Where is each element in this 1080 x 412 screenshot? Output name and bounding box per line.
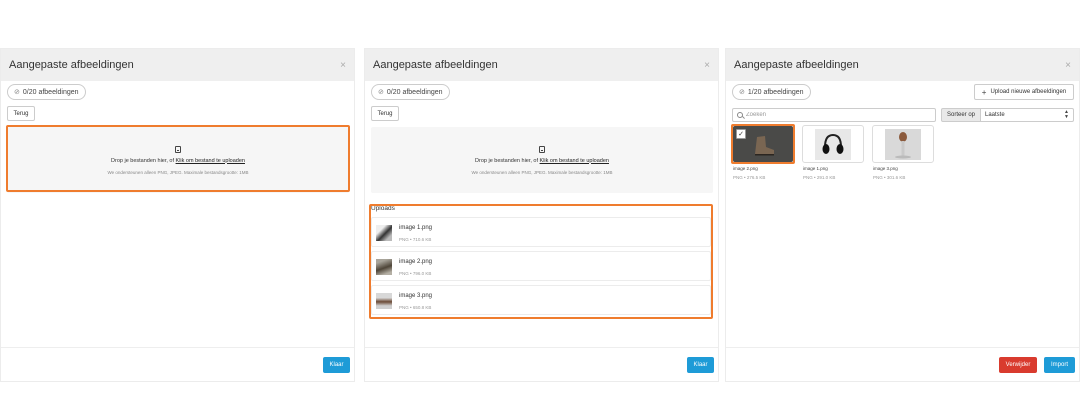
upload-thumbnail bbox=[376, 259, 392, 275]
circle-slash-icon: ⊘ bbox=[739, 89, 745, 96]
dropzone-note: We ondersteunen alleen PNG, JPEG. Maxima… bbox=[471, 169, 613, 175]
sort-value: Laatste bbox=[985, 112, 1005, 118]
dropzone-text: Drop je bestanden hier, of Klik om besta… bbox=[111, 158, 245, 164]
delete-button[interactable]: Verwijder bbox=[999, 357, 1037, 373]
file-dropzone[interactable]: Drop je bestanden hier, of Klik om besta… bbox=[371, 127, 713, 193]
tile-file-meta: PNG • 291.0 KB bbox=[803, 175, 836, 180]
upload-file-meta: PNG • 796.0 KB bbox=[399, 271, 432, 276]
modal-title: Aangepaste afbeeldingen bbox=[373, 59, 498, 71]
upload-item: image 3.png PNG • 650.8 KB bbox=[371, 285, 711, 315]
close-icon[interactable]: × bbox=[340, 60, 346, 71]
dropzone-note: We ondersteunen alleen PNG, JPEG. Maxima… bbox=[107, 169, 249, 175]
upload-link[interactable]: Klik om bestand te uploaden bbox=[176, 158, 245, 164]
select-arrows-icon: ▲ ▼ bbox=[1064, 109, 1069, 120]
modal-header: Aangepaste afbeeldingen × bbox=[726, 49, 1079, 81]
upload-file-meta: PNG • 650.8 KB bbox=[399, 305, 432, 310]
modal-header: Aangepaste afbeeldingen × bbox=[1, 49, 354, 81]
search-input[interactable] bbox=[746, 112, 926, 118]
image-library-modal: Aangepaste afbeeldingen × ⊘ 1/20 afbeeld… bbox=[725, 48, 1080, 382]
tile-file-name: image 2.png bbox=[733, 166, 758, 171]
image-tile[interactable] bbox=[872, 125, 934, 163]
dropzone-text: Drop je bestanden hier, of Klik om besta… bbox=[475, 158, 609, 164]
close-icon[interactable]: × bbox=[704, 60, 710, 71]
boot-image bbox=[745, 129, 781, 160]
image-counter-text: 0/20 afbeeldingen bbox=[386, 88, 443, 96]
image-counter-text: 1/20 afbeeldingen bbox=[747, 88, 804, 96]
brush-image bbox=[885, 129, 921, 160]
headphones-image bbox=[815, 129, 851, 160]
tile-file-meta: PNG • 276.5 KB bbox=[733, 175, 766, 180]
file-icon bbox=[539, 145, 545, 153]
modal-title: Aangepaste afbeeldingen bbox=[9, 59, 134, 71]
sort-select[interactable]: Laatste ▲ ▼ bbox=[981, 108, 1074, 122]
plus-icon: + bbox=[981, 87, 987, 97]
file-dropzone[interactable]: Drop je bestanden hier, of Klik om besta… bbox=[7, 127, 349, 193]
image-tile[interactable] bbox=[802, 125, 864, 163]
file-icon bbox=[175, 145, 181, 153]
image-counter-text: 0/20 afbeeldingen bbox=[22, 88, 79, 96]
upload-modal-uploading: Aangepaste afbeeldingen × ⊘ 0/20 afbeeld… bbox=[364, 48, 719, 382]
tile-file-meta: PNG • 301.6 KB bbox=[873, 175, 906, 180]
done-button[interactable]: Klaar bbox=[687, 357, 714, 373]
circle-slash-icon: ⊘ bbox=[14, 89, 20, 96]
checkbox-checked[interactable]: ✓ bbox=[736, 129, 746, 139]
modal-header: Aangepaste afbeeldingen × bbox=[365, 49, 718, 81]
upload-thumbnail bbox=[376, 225, 392, 241]
dropzone-prefix: Drop je bestanden hier, of bbox=[111, 157, 176, 164]
modal-title: Aangepaste afbeeldingen bbox=[734, 59, 859, 71]
upload-item: image 2.png PNG • 796.0 KB bbox=[371, 251, 711, 281]
image-counter-badge: ⊘ 0/20 afbeeldingen bbox=[371, 84, 450, 100]
upload-file-meta: PNG • 710.6 KB bbox=[399, 237, 432, 242]
close-icon[interactable]: × bbox=[1065, 60, 1071, 71]
circle-slash-icon: ⊘ bbox=[378, 89, 384, 96]
done-button[interactable]: Klaar bbox=[323, 357, 350, 373]
upload-new-images-button[interactable]: + Upload nieuwe afbeeldingen bbox=[974, 84, 1074, 100]
modal-footer: Verwijder Import bbox=[726, 347, 1079, 383]
modal-footer: Klaar bbox=[365, 347, 718, 383]
dropzone-prefix: Drop je bestanden hier, of bbox=[475, 157, 540, 164]
uploads-heading: Uploads bbox=[371, 205, 395, 212]
tile-file-name: image 1.png bbox=[803, 166, 828, 171]
image-tile-selected[interactable]: ✓ bbox=[732, 125, 794, 163]
modal-footer: Klaar bbox=[1, 347, 354, 383]
back-button[interactable]: Terug bbox=[371, 106, 399, 121]
upload-new-label: Upload nieuwe afbeeldingen bbox=[990, 89, 1067, 95]
upload-file-name: image 2.png bbox=[399, 259, 433, 265]
import-button[interactable]: Import bbox=[1044, 357, 1075, 373]
search-icon bbox=[737, 112, 743, 118]
sort-label: Sorteer op bbox=[941, 108, 981, 122]
upload-file-name: image 3.png bbox=[399, 293, 433, 299]
search-box[interactable] bbox=[732, 108, 936, 122]
back-button[interactable]: Terug bbox=[7, 106, 35, 121]
upload-item: image 1.png PNG • 710.6 KB bbox=[371, 217, 711, 247]
upload-modal-empty: Aangepaste afbeeldingen × ⊘ 0/20 afbeeld… bbox=[0, 48, 355, 382]
upload-link[interactable]: Klik om bestand te uploaden bbox=[540, 158, 609, 164]
image-counter-badge: ⊘ 0/20 afbeeldingen bbox=[7, 84, 86, 100]
image-counter-badge: ⊘ 1/20 afbeeldingen bbox=[732, 84, 811, 100]
upload-thumbnail bbox=[376, 293, 392, 309]
upload-file-name: image 1.png bbox=[399, 225, 433, 231]
tile-file-name: image 3.png bbox=[873, 166, 898, 171]
